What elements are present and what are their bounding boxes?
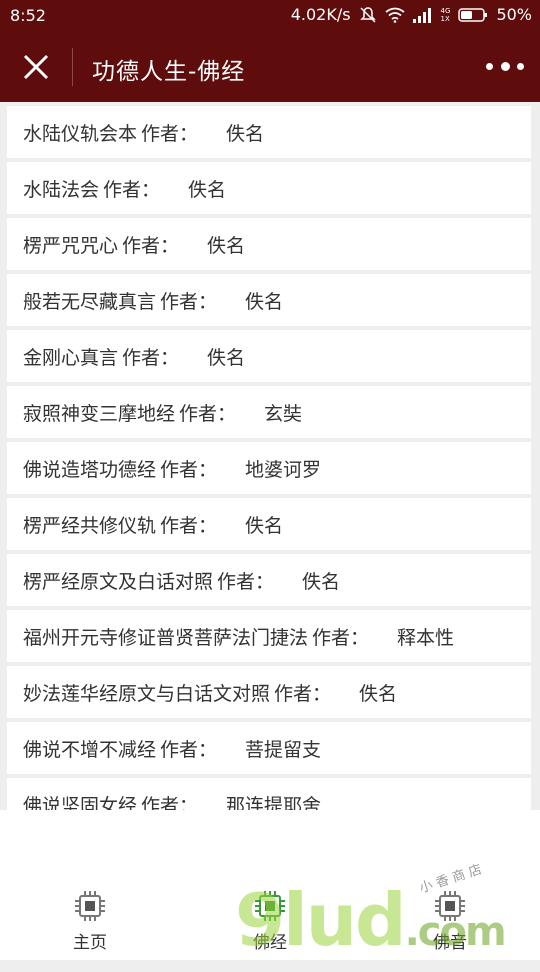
battery-icon bbox=[458, 7, 488, 22]
item-title: 楞严咒咒心 bbox=[23, 234, 119, 257]
item-author: 那连提耶舍 bbox=[226, 794, 322, 811]
item-author: 佚名 bbox=[188, 178, 227, 201]
item-title: 楞严经原文及白话对照 bbox=[23, 570, 214, 593]
item-author: 地婆诃罗 bbox=[245, 458, 322, 481]
list-item[interactable]: 般若无尽藏真言 作者： 佚名 bbox=[7, 274, 531, 326]
app-header: 功德人生-佛经 bbox=[0, 32, 540, 102]
signal-icon bbox=[412, 7, 431, 23]
close-icon bbox=[23, 54, 49, 80]
item-title: 妙法莲华经原文与白话文对照 bbox=[23, 682, 271, 705]
chip-icon bbox=[75, 891, 105, 921]
item-title: 水陆仪轨会本 bbox=[23, 122, 138, 145]
item-title: 佛说造塔功德经 bbox=[23, 458, 157, 481]
header-divider bbox=[72, 48, 73, 86]
watermark-suffix: .com bbox=[404, 909, 507, 955]
mute-icon bbox=[359, 6, 376, 23]
item-title: 楞严经共修仪轨 bbox=[23, 514, 157, 537]
close-button[interactable] bbox=[22, 53, 50, 81]
network-type: 4G 1X bbox=[440, 6, 451, 23]
battery-level: 50% bbox=[496, 5, 532, 24]
network-speed: 4.02K/s bbox=[290, 5, 351, 24]
item-author: 佚名 bbox=[359, 682, 398, 705]
list-item[interactable]: 金刚心真言 作者： 佚名 bbox=[7, 330, 531, 382]
list-item[interactable]: 楞严咒咒心 作者： 佚名 bbox=[7, 218, 531, 270]
more-icon bbox=[486, 63, 493, 70]
author-label: 作者： bbox=[160, 290, 218, 313]
author-label: 作者： bbox=[160, 738, 218, 761]
more-button[interactable] bbox=[484, 54, 524, 80]
item-title: 寂照神变三摩地经 bbox=[23, 402, 176, 425]
tab-home[interactable]: 主页 bbox=[40, 890, 140, 953]
author-label: 作者： bbox=[122, 234, 180, 257]
author-label: 作者： bbox=[141, 794, 199, 811]
status-time: 8:52 bbox=[10, 6, 46, 25]
page-title: 功德人生-佛经 bbox=[92, 59, 246, 85]
item-author: 佚名 bbox=[302, 570, 341, 593]
list-item[interactable]: 水陆法会 作者： 佚名 bbox=[7, 162, 531, 214]
wifi-icon bbox=[384, 7, 405, 23]
item-title: 般若无尽藏真言 bbox=[23, 290, 157, 313]
author-label: 作者： bbox=[217, 570, 275, 593]
item-author: 菩提留支 bbox=[245, 738, 322, 761]
status-icons: 4.02K/s 4G 1X 50% bbox=[291, 5, 532, 24]
item-title: 福州开元寺修证普贤菩萨法门捷法 bbox=[23, 626, 309, 649]
author-label: 作者： bbox=[274, 682, 332, 705]
author-label: 作者： bbox=[160, 458, 218, 481]
item-author: 释本性 bbox=[397, 626, 455, 649]
author-label: 作者： bbox=[122, 346, 180, 369]
watermark-text: 9lud bbox=[235, 878, 407, 962]
list-item[interactable]: 佛说造塔功德经 作者： 地婆诃罗 bbox=[7, 442, 531, 494]
list-item[interactable]: 楞严经共修仪轨 作者： 佚名 bbox=[7, 498, 531, 550]
item-author: 佚名 bbox=[226, 122, 265, 145]
list-item[interactable]: 水陆仪轨会本 作者： 佚名 bbox=[7, 106, 531, 158]
scripture-list[interactable]: 水陆仪轨会本 作者： 佚名 水陆法会 作者： 佚名 楞严咒咒心 作者： 佚名 般… bbox=[0, 102, 540, 810]
item-author: 佚名 bbox=[207, 234, 246, 257]
item-author: 佚名 bbox=[245, 290, 284, 313]
list-item[interactable]: 寂照神变三摩地经 作者： 玄奘 bbox=[7, 386, 531, 438]
author-label: 作者： bbox=[103, 178, 161, 201]
item-author: 佚名 bbox=[207, 346, 246, 369]
item-title: 佛说坚固女经 bbox=[23, 794, 138, 811]
list-item[interactable]: 佛说坚固女经 作者： 那连提耶舍 bbox=[7, 778, 531, 810]
more-icon bbox=[501, 62, 510, 71]
list-item[interactable]: 妙法莲华经原文与白话文对照 作者： 佚名 bbox=[7, 666, 531, 718]
item-author: 玄奘 bbox=[264, 402, 303, 425]
list-item[interactable]: 福州开元寺修证普贤菩萨法门捷法 作者： 释本性 bbox=[7, 610, 531, 662]
item-title: 佛说不增不减经 bbox=[23, 738, 157, 761]
item-author: 佚名 bbox=[245, 514, 284, 537]
author-label: 作者： bbox=[141, 122, 199, 145]
more-icon bbox=[517, 63, 524, 70]
status-bar: 8:52 4.02K/s 4G 1X 50% bbox=[0, 0, 540, 32]
author-label: 作者： bbox=[160, 514, 218, 537]
list-item[interactable]: 楞严经原文及白话对照 作者： 佚名 bbox=[7, 554, 531, 606]
author-label: 作者： bbox=[179, 402, 237, 425]
tab-label: 主页 bbox=[73, 933, 107, 953]
watermark: 9lud.com bbox=[235, 880, 535, 960]
list-item[interactable]: 佛说不增不减经 作者： 菩提留支 bbox=[7, 722, 531, 774]
item-title: 金刚心真言 bbox=[23, 346, 119, 369]
author-label: 作者： bbox=[312, 626, 370, 649]
item-title: 水陆法会 bbox=[23, 178, 100, 201]
